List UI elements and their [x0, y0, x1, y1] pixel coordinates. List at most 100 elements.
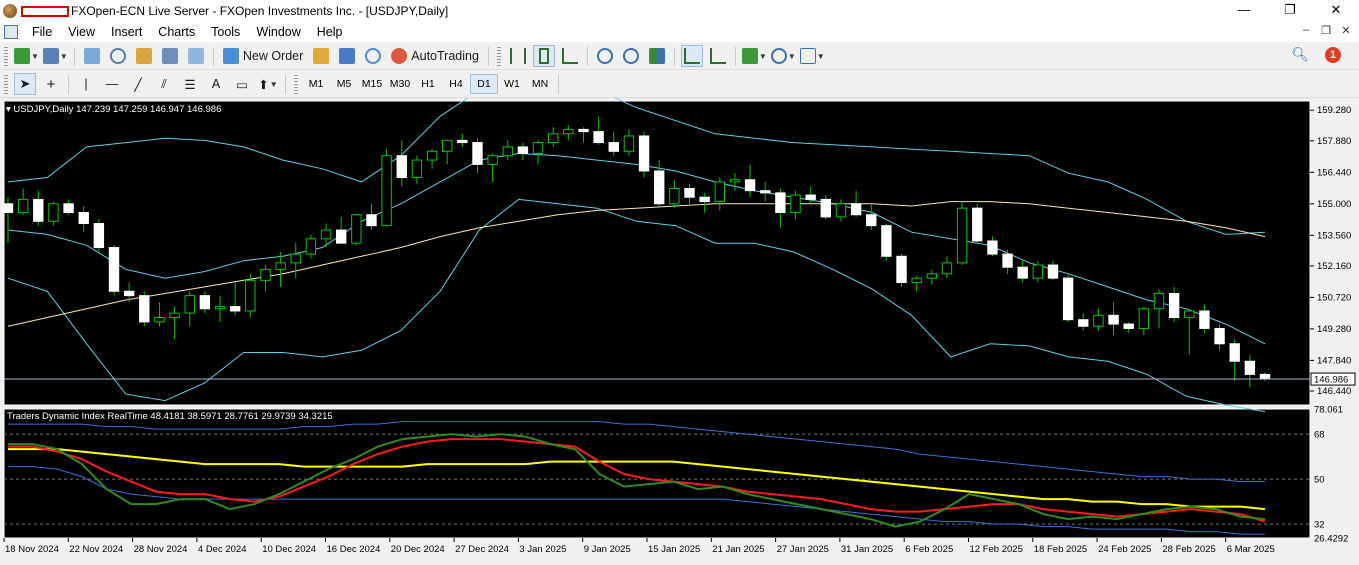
candle-body [578, 128, 589, 133]
candle-body [335, 229, 347, 244]
zoom-in-button[interactable] [594, 45, 616, 67]
menu-file[interactable]: File [24, 25, 60, 39]
candle-body [320, 229, 332, 240]
candle-body [305, 238, 317, 255]
candle-body [866, 214, 877, 227]
candlestick-icon [538, 48, 549, 64]
indicator-axis-label: 78.061 [1314, 405, 1343, 416]
date-axis-label: 12 Feb 2025 [970, 544, 1023, 555]
candle-body [351, 214, 362, 244]
timeframe-m15[interactable]: M15 [358, 74, 386, 94]
notification-badge[interactable]: 1 [1325, 46, 1341, 63]
cursor-button[interactable]: ➤ [14, 73, 36, 95]
chart-canvas[interactable]: 159.280 157.880 156.440 155.000 153.560 152.1… [0, 98, 1359, 565]
candle-body [139, 295, 150, 323]
candle-body [987, 240, 998, 255]
clock-icon [770, 48, 787, 64]
bar-chart-button[interactable] [507, 45, 529, 67]
date-axis-label: 27 Dec 2024 [455, 544, 509, 555]
text-button[interactable]: A [205, 73, 227, 95]
arrows-button[interactable]: ⬆ ▼ [257, 73, 279, 95]
candle-body [669, 187, 680, 205]
mdi-controls: – ❐ ✕ [1299, 24, 1353, 37]
new-chart-icon [14, 48, 30, 64]
candle-body [108, 247, 120, 292]
candlestick-chart-button[interactable] [532, 45, 555, 67]
tile-windows-button[interactable] [646, 45, 668, 67]
mdi-restore-button[interactable]: ❐ [1319, 24, 1333, 37]
timeframe-mn[interactable]: MN [526, 74, 554, 94]
timeframe-m30[interactable]: M30 [386, 74, 414, 94]
minimize-button[interactable]: — [1221, 0, 1267, 22]
timeframe-m5[interactable]: M5 [330, 74, 358, 94]
data-window-button[interactable] [107, 45, 129, 67]
indicators-button[interactable]: ▼ [741, 45, 767, 67]
profiles-button[interactable]: ▼ [42, 45, 68, 67]
candle-body [396, 155, 407, 179]
timeframe-h4[interactable]: H4 [442, 74, 470, 94]
mdi-minimize-button[interactable]: – [1299, 24, 1313, 37]
trendline-button[interactable]: ╱ [127, 73, 149, 95]
cursor-arrow-icon: ➤ [19, 76, 31, 91]
menu-insert[interactable]: Insert [103, 25, 150, 39]
terminal-button[interactable] [159, 45, 181, 67]
chart-collapse-icon[interactable]: ▾ [6, 104, 11, 115]
close-button[interactable]: ✕ [1313, 0, 1359, 22]
indicator-axis-label: 68 [1314, 430, 1325, 441]
chart-shift-button[interactable] [707, 45, 729, 67]
market-watch-button[interactable] [81, 45, 103, 67]
metaeditor-button[interactable] [310, 45, 332, 67]
market-watch-icon [83, 48, 100, 64]
equidistant-channel-button[interactable]: ⫽ [153, 73, 175, 95]
menu-window[interactable]: Window [248, 25, 308, 39]
menu-help[interactable]: Help [309, 25, 351, 39]
horizontal-line-button[interactable]: — [101, 73, 123, 95]
menu-charts[interactable]: Charts [150, 25, 203, 39]
price-axis-label: 156.440 [1317, 167, 1351, 178]
candle-body [1153, 292, 1165, 310]
menu-view[interactable]: View [60, 25, 103, 39]
new-order-button[interactable]: New Order [220, 45, 306, 67]
candle-body [1047, 264, 1059, 279]
signals-button[interactable] [362, 45, 384, 67]
profiles-icon [42, 48, 59, 64]
search-icon[interactable]: 🔍︎ [1291, 46, 1309, 63]
horizontal-line-icon: — [105, 77, 119, 91]
price-axis-label: 149.280 [1317, 324, 1351, 335]
autotrading-label: AutoTrading [411, 49, 479, 63]
mdi-close-button[interactable]: ✕ [1339, 24, 1353, 37]
zoom-out-button[interactable] [620, 45, 642, 67]
chart-window[interactable]: 159.280 157.880 156.440 155.000 153.560 152.1… [0, 98, 1359, 565]
line-chart-button[interactable] [559, 45, 581, 67]
timeframe-d1[interactable]: D1 [470, 74, 498, 94]
candle-body [654, 170, 665, 205]
new-chart-button[interactable]: ▼ [14, 45, 39, 67]
price-axis-label: 150.720 [1317, 292, 1351, 303]
autotrading-button[interactable]: AutoTrading [388, 45, 482, 67]
templates-button[interactable]: ▼ [799, 45, 825, 67]
candle-body [1214, 327, 1225, 345]
candle-body [229, 306, 241, 312]
timeframe-w1[interactable]: W1 [498, 74, 526, 94]
main-chart-pane [3, 100, 1311, 406]
new-order-label: New Order [242, 49, 304, 63]
candle-body [1199, 310, 1210, 329]
text-label-button[interactable]: ▭ [231, 73, 253, 95]
crosshair-button[interactable]: + [40, 73, 62, 95]
navigator-button[interactable] [133, 45, 155, 67]
menu-tools[interactable]: Tools [203, 25, 248, 39]
timeframe-h1[interactable]: H1 [414, 74, 442, 94]
maximize-button[interactable]: ❐ [1267, 0, 1313, 22]
candle-body [411, 159, 423, 179]
vertical-line-button[interactable]: | [75, 73, 97, 95]
timeframe-m1[interactable]: M1 [302, 74, 330, 94]
periods-button[interactable]: ▼ [770, 45, 796, 67]
candle-body [487, 155, 498, 165]
fibonacci-button[interactable]: ☰ [179, 73, 201, 95]
strategy-tester-button[interactable] [185, 45, 207, 67]
candle-body [441, 139, 453, 152]
auto-scroll-button[interactable] [680, 45, 703, 67]
candle-body [426, 150, 438, 161]
candle-body [517, 146, 529, 154]
market-button[interactable] [336, 45, 358, 67]
